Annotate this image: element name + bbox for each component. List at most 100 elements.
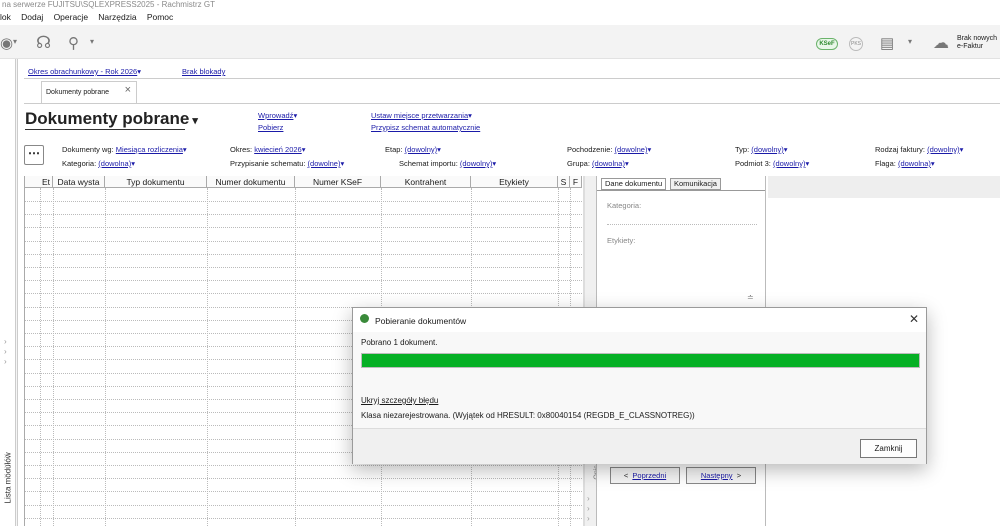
previous-button[interactable]: < Poprzedni: [610, 467, 680, 484]
column-header-data[interactable]: Data wysta: [53, 176, 105, 188]
coins-icon[interactable]: ☊: [36, 33, 51, 53]
chevron-right-icon: ›: [4, 461, 7, 470]
filter-kategoria[interactable]: Kategoria: (dowolna): [62, 159, 135, 168]
column-header-s[interactable]: S: [558, 176, 570, 188]
dialog-message: Pobrano 1 dokument.: [361, 338, 438, 347]
grid-vline: [295, 188, 296, 526]
etykiety-label: Etykiety:: [607, 236, 636, 245]
filter-pochodzenie[interactable]: Pochodzenie: (dowolne): [567, 145, 651, 154]
brak-line-2: e-Faktur: [957, 43, 984, 50]
table-row[interactable]: [25, 214, 582, 216]
ksef-icon[interactable]: KSeF: [816, 38, 838, 50]
column-header-et[interactable]: Et: [40, 176, 53, 188]
progress-fill: [362, 354, 919, 367]
next-button[interactable]: Następny >: [686, 467, 756, 484]
table-row[interactable]: [25, 240, 582, 242]
hide-error-details-link[interactable]: Ukryj szczegóły błędu: [361, 396, 438, 405]
resize-grip-icon[interactable]: ≐: [747, 293, 754, 302]
chevron-right-icon: ›: [4, 337, 7, 346]
column-header-etykiety[interactable]: Etykiety: [471, 176, 558, 188]
filter-rodzaj-faktury[interactable]: Rodzaj faktury: (dowolny): [875, 145, 963, 154]
grid-vline: [207, 188, 208, 526]
menu-item-pomoc[interactable]: Pomoc: [147, 12, 173, 22]
progress-bar: [361, 353, 920, 368]
ustaw-link[interactable]: Ustaw miejsce przetwarzania: [371, 111, 472, 120]
przypisz-link[interactable]: Przypisz schemat automatycznie: [371, 123, 480, 132]
period-selector[interactable]: Okres obrachunkowy - Rok 2026: [28, 67, 141, 76]
grid-vline: [105, 188, 106, 526]
kategoria-label: Kategoria:: [607, 201, 642, 210]
chevron-right-icon: ›: [587, 514, 590, 523]
computer-dropdown-icon[interactable]: ▾: [908, 37, 912, 46]
brak-efaktur-button[interactable]: Brak nowych e-Faktur: [957, 35, 1000, 51]
menu-bar: lok Dodaj Operacje Narzędzia Pomoc: [0, 10, 1000, 25]
chevron-right-icon: ›: [4, 357, 7, 366]
table-row[interactable]: [25, 504, 582, 506]
filter-grupa[interactable]: Grupa: (dowolna): [567, 159, 629, 168]
toolbar-left-icon[interactable]: ◉: [0, 34, 13, 52]
magnifier-icon[interactable]: ⚲: [68, 34, 79, 52]
tab-komunikacja[interactable]: Komunikacja: [670, 178, 721, 190]
cloud-icon[interactable]: ☁: [933, 33, 949, 53]
filter-flaga[interactable]: Flaga: (dowolna): [875, 159, 935, 168]
tab-dane-dokumentu[interactable]: Dane dokumentu: [601, 178, 667, 190]
dialog-footer: Zamknij: [353, 428, 926, 464]
chevron-right-icon: ›: [587, 504, 590, 513]
filter-typ[interactable]: Typ: (dowolny): [735, 145, 788, 154]
window-title: na serwerze FUJITSU\SQLEXPRESS2025 - Rac…: [0, 0, 1000, 10]
tab-underline: [24, 103, 1000, 104]
filter-przypisanie[interactable]: Przypisanie schematu: (dowolne): [230, 159, 344, 168]
filter-okres[interactable]: Okres: kwiecień 2026: [230, 145, 305, 154]
filter-schemat-importu[interactable]: Schemat importu: (dowolny): [399, 159, 496, 168]
filter-dokumenty-wg[interactable]: Dokumenty wg: Miesiąca rozliczenia: [62, 145, 187, 154]
app-icon: [360, 314, 369, 323]
filter-etap[interactable]: Etap: (dowolny): [385, 145, 441, 154]
ksef-status-icon[interactable]: PKS: [849, 37, 863, 51]
column-header-kontrahent[interactable]: Kontrahent: [381, 176, 471, 188]
filter-podmiot3[interactable]: Podmiot 3: (dowolny): [735, 159, 809, 168]
table-row[interactable]: [25, 267, 582, 268]
table-row[interactable]: [25, 491, 582, 493]
menu-item-narzedzia[interactable]: Narzędzia: [98, 12, 136, 22]
lock-status-link[interactable]: Brak blokady: [182, 67, 225, 76]
prev-arrow-icon: <: [623, 471, 629, 480]
toolbar-dropdown-icon-2[interactable]: ▾: [90, 37, 94, 46]
menu-item-operacje[interactable]: Operacje: [54, 12, 89, 22]
next-arrow-icon: >: [736, 471, 742, 480]
chevron-right-icon: ›: [4, 471, 7, 480]
kategoria-field[interactable]: [607, 224, 757, 225]
close-tab-icon[interactable]: ×: [125, 79, 131, 101]
table-row[interactable]: [25, 465, 582, 466]
column-header-numer[interactable]: Numer dokumentu: [207, 176, 295, 188]
dialog-title: Pobieranie dokumentów: [375, 316, 467, 326]
table-row[interactable]: [25, 478, 582, 480]
chevron-right-icon: ›: [587, 494, 590, 503]
computer-icon[interactable]: ▤: [880, 34, 894, 52]
menu-item-lok[interactable]: lok: [0, 12, 11, 22]
grid-vline: [40, 188, 41, 526]
column-header-typ[interactable]: Typ dokumentu: [105, 176, 207, 188]
more-options-button[interactable]: ⋯: [24, 145, 44, 165]
column-header-ksef[interactable]: Numer KSeF: [295, 176, 381, 188]
wprowadz-link[interactable]: Wprowadź: [258, 111, 297, 120]
tab-dokumenty-pobrane[interactable]: Dokumenty pobrane ×: [41, 81, 137, 103]
table-row[interactable]: [25, 201, 582, 202]
brak-line-1: Brak nowych: [957, 35, 998, 42]
menu-item-dodaj[interactable]: Dodaj: [21, 12, 43, 22]
toolbar-dropdown-icon[interactable]: ▾: [13, 37, 17, 46]
pobierz-link[interactable]: Pobierz: [258, 123, 283, 132]
divider: [24, 78, 1000, 79]
close-button[interactable]: Zamknij: [860, 439, 917, 458]
table-row[interactable]: [25, 227, 582, 229]
download-dialog: Pobieranie dokumentów ✕ Pobrano 1 dokume…: [352, 307, 927, 464]
table-row[interactable]: [25, 253, 582, 255]
dialog-titlebar: Pobieranie dokumentów ✕: [353, 308, 926, 332]
module-sidebar[interactable]: › › › Lista modułów › › ›: [0, 59, 16, 526]
close-icon[interactable]: ✕: [909, 312, 919, 326]
page-title[interactable]: Dokumenty pobrane: [25, 109, 198, 129]
table-row[interactable]: [25, 293, 582, 295]
chevron-right-icon: ›: [4, 451, 7, 460]
table-row[interactable]: [25, 280, 582, 282]
column-header-f[interactable]: F: [570, 176, 582, 188]
table-row[interactable]: [25, 517, 582, 519]
